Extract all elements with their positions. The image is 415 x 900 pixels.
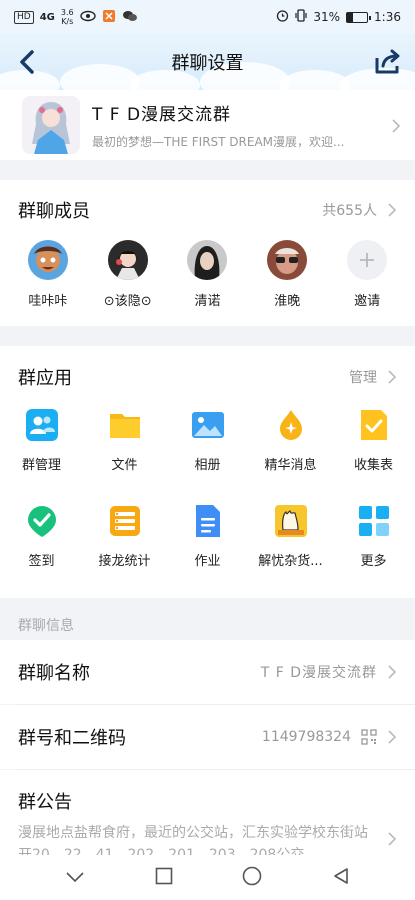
members-list: 哇咔咔 ⊙该隐⊙ 清诺 淮晚 邀请 [0, 240, 415, 309]
app-item-essence[interactable]: 精华消息 [249, 408, 332, 504]
group-apps-section: 群应用 管理 群管理 文件 相册 精华消息 收集表 签到 接龙统计 作业 解忧杂… [0, 346, 415, 598]
eye-icon [79, 10, 96, 25]
app-item-collect-form[interactable]: 收集表 [332, 408, 415, 504]
group-name: T F D漫展交流群 [92, 105, 232, 125]
relay-stats-icon [109, 506, 140, 536]
system-nav-bar [0, 855, 415, 900]
chevron-right-icon [388, 370, 397, 384]
wechat-icon [122, 9, 138, 26]
hd-badge: HD [14, 10, 34, 24]
clock: 1:36 [374, 10, 401, 24]
group-info-section-label: 群聊信息 [18, 618, 74, 634]
members-title: 群聊成员 [18, 201, 90, 222]
essence-icon [279, 410, 302, 440]
battery-percent: 31% [313, 10, 341, 24]
back-arrow-icon[interactable] [14, 48, 42, 76]
apps-title: 群应用 [18, 368, 72, 389]
shop-icon [274, 505, 307, 537]
collapse-icon[interactable] [65, 868, 85, 887]
invite-label: 邀请 [354, 294, 381, 309]
app-item-group-manage[interactable]: 群管理 [0, 408, 83, 504]
apps-manage: 管理 [349, 370, 377, 386]
app-item-files[interactable]: 文件 [83, 408, 166, 504]
chevron-right-icon [391, 118, 401, 133]
battery-icon [346, 11, 372, 23]
members-count: 共655人 [322, 203, 377, 219]
chevron-right-icon [388, 203, 397, 217]
alarm-icon [276, 9, 289, 25]
network-speed: 3.6 K/s [60, 8, 74, 26]
member-item[interactable]: ⊙该隐⊙ [88, 240, 168, 309]
member-name: 哇咔咔 [28, 294, 68, 309]
apps-header[interactable]: 群应用 管理 [0, 346, 415, 408]
photo-album-icon [191, 412, 224, 438]
member-avatar [107, 240, 148, 280]
app-item-shop[interactable]: 解忧杂货... [249, 504, 332, 600]
group-description: 最初的梦想—THE FIRST DREAM漫展，欢迎... [92, 135, 345, 149]
page-title: 群聊设置 [171, 53, 244, 74]
member-avatar [267, 240, 308, 280]
chevron-right-icon [388, 832, 397, 846]
vibrate-icon [295, 9, 307, 25]
signal-indicator: 4G [39, 11, 55, 23]
member-name: ⊙该隐⊙ [103, 294, 152, 309]
status-bar: HD 4G 3.6 K/s 31% 1:36 [0, 0, 415, 34]
qr-code-icon [361, 729, 377, 745]
group-name-title: 群聊名称 [18, 663, 90, 684]
member-avatar [187, 240, 228, 280]
app-item-checkin[interactable]: 签到 [0, 504, 83, 600]
back-triangle-icon[interactable] [332, 867, 350, 889]
app-item-homework[interactable]: 作业 [166, 504, 249, 600]
share-icon[interactable] [373, 48, 403, 76]
homework-icon [195, 505, 220, 537]
home-icon[interactable] [242, 866, 262, 890]
app-item-more[interactable]: 更多 [332, 504, 415, 600]
group-name-value: T F D漫展交流群 [260, 665, 377, 681]
recent-apps-icon[interactable] [155, 867, 173, 889]
folder-icon [109, 414, 140, 438]
group-profile-card[interactable]: T F D漫展交流群 最初的梦想—THE FIRST DREAM漫展，欢迎... [0, 90, 415, 160]
member-avatar [27, 240, 68, 280]
members-section: 群聊成员 共655人 哇咔咔 ⊙该隐⊙ 清诺 淮晚 邀请 [0, 180, 415, 326]
group-number-value: 1149798324 [261, 729, 351, 745]
chevron-right-icon [388, 665, 397, 679]
members-header[interactable]: 群聊成员 共655人 [0, 180, 415, 240]
more-grid-icon [358, 506, 389, 536]
invite-button[interactable]: 邀请 [327, 240, 407, 309]
plus-icon [347, 240, 388, 280]
member-item[interactable]: 哇咔咔 [8, 240, 88, 309]
chevron-right-icon [388, 730, 397, 744]
group-number-title: 群号和二维码 [18, 728, 126, 749]
group-avatar [22, 96, 80, 154]
member-item[interactable]: 清诺 [168, 240, 248, 309]
app-notification-icon [102, 9, 116, 26]
top-nav-bar: 群聊设置 [0, 34, 415, 90]
group-name-row[interactable]: 群聊名称 T F D漫展交流群 [0, 640, 415, 704]
group-manage-icon [25, 409, 58, 441]
group-notice-row[interactable]: 群公告 漫展地点盐帮食府，最近的公交站，汇东实验学校东街站开20、22、41、2… [0, 770, 415, 855]
group-notice-text: 漫展地点盐帮食府，最近的公交站，汇东实验学校东街站开20、22、41、202、2… [18, 825, 368, 855]
member-name: 淮晚 [274, 294, 301, 309]
app-item-relay-stats[interactable]: 接龙统计 [83, 504, 166, 600]
group-notice-title: 群公告 [18, 792, 72, 813]
member-name: 清诺 [194, 294, 221, 309]
app-item-album[interactable]: 相册 [166, 408, 249, 504]
group-number-row[interactable]: 群号和二维码 1149798324 [0, 705, 415, 769]
member-item[interactable]: 淮晚 [247, 240, 327, 309]
checkin-icon [27, 506, 56, 537]
apps-grid: 群管理 文件 相册 精华消息 收集表 签到 接龙统计 作业 解忧杂货... 更多 [0, 408, 415, 600]
collect-form-icon [360, 410, 387, 440]
